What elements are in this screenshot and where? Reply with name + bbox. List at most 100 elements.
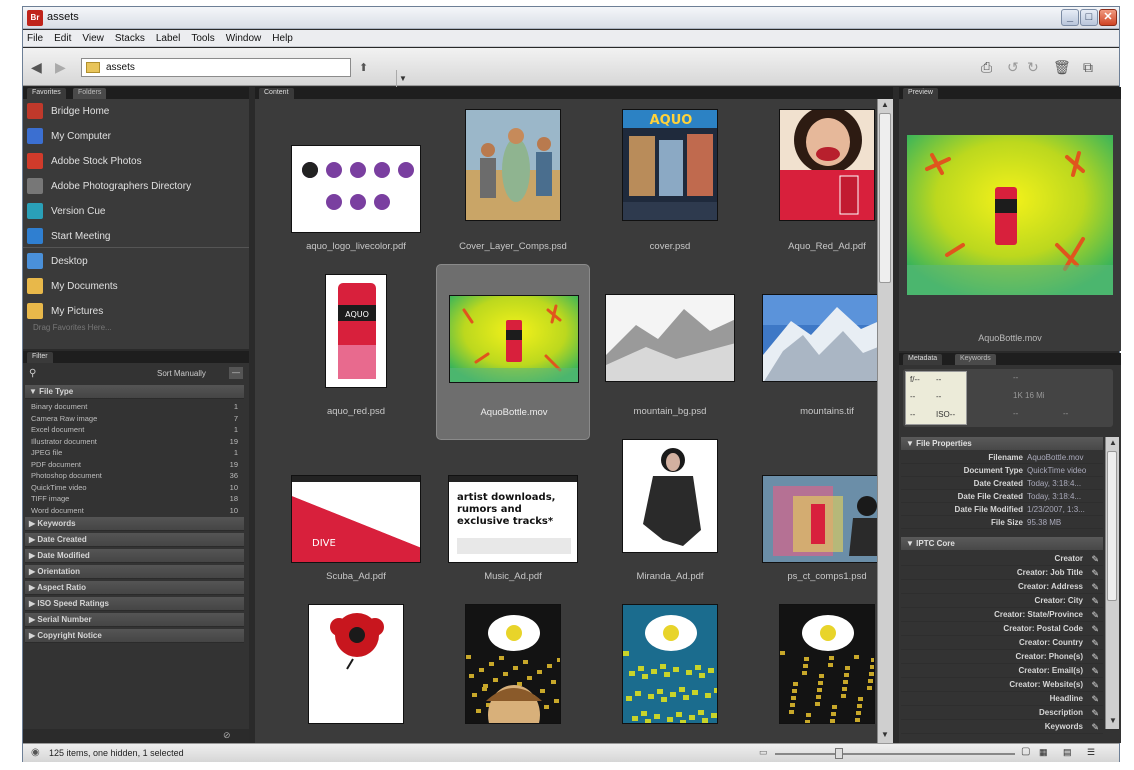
minimize-button[interactable]: _ [1061,9,1079,26]
pencil-icon[interactable]: ✎ [1091,720,1099,734]
filter-category[interactable]: ▶ Date Created [25,533,244,547]
content-thumbnail-cell[interactable]: Miranda_Ad.pdf [593,429,747,605]
pencil-icon[interactable]: ✎ [1091,636,1099,650]
menu-tools[interactable]: Tools [191,33,214,44]
close-button[interactable]: ✕ [1099,9,1117,26]
back-icon[interactable]: ◀ [31,59,42,75]
thumbnail-size-slider[interactable] [775,748,1015,759]
maximize-button[interactable]: □ [1080,9,1098,26]
filter-row[interactable]: Camera Raw image 7 [25,413,244,424]
menu-help[interactable]: Help [272,33,293,44]
iptc-core-header[interactable]: ▼ IPTC Core [901,537,1103,550]
filter-category[interactable]: ▶ ISO Speed Ratings [25,597,244,611]
tab-preview[interactable]: Preview [903,88,938,99]
eye-icon[interactable]: ◉ [31,747,40,758]
content-thumbnail-cell[interactable]: artist downloads, rumors and exclusive tra… [436,429,590,605]
chevron-down-icon[interactable]: ▼ [396,70,409,87]
filter-category[interactable]: ▶ Date Modified [25,549,244,563]
iptc-field-row[interactable]: Creator: Postal Code ✎ [901,622,1103,636]
menu-stacks[interactable]: Stacks [115,33,145,44]
pencil-icon[interactable]: ✎ [1091,594,1099,608]
iptc-field-row[interactable]: Keywords ✎ [901,720,1103,734]
filter-row[interactable]: Photoshop document 36 [25,470,244,481]
path-bar[interactable]: assets ▼ [81,58,407,87]
zoom-out-icon[interactable]: ▭ [759,747,768,758]
filter-row[interactable]: Excel document 1 [25,424,244,435]
iptc-field-row[interactable]: Creator ✎ [901,552,1103,566]
filter-row[interactable]: Illustrator document 19 [25,436,244,447]
favorite-item-bridge-home[interactable]: Bridge Home [27,101,247,121]
tab-content[interactable]: Content [259,88,294,99]
favorite-item-version-cue[interactable]: Version Cue [27,201,247,221]
tab-favorites[interactable]: Favorites [27,88,66,99]
filter-row[interactable]: JPEG file 1 [25,447,244,458]
content-thumbnail-cell[interactable]: aquo_logo_livecolor.pdf [279,99,433,275]
view-list-icon[interactable]: ☰ [1087,747,1095,758]
iptc-field-row[interactable]: Headline ✎ [901,692,1103,706]
pencil-icon[interactable]: ✎ [1091,650,1099,664]
pencil-icon[interactable]: ✎ [1091,552,1099,566]
favorite-item-documents-folder[interactable]: My Documents [27,276,247,296]
tab-keywords[interactable]: Keywords [955,354,996,365]
filter-clear-icon[interactable]: ⊘ [223,730,231,741]
metadata-scrollbar[interactable]: ▲ ▼ [1105,437,1119,729]
view-thumbnails-icon[interactable]: ▦ [1039,747,1048,758]
meta-scroll-down-icon[interactable]: ▼ [1106,715,1120,727]
pencil-icon[interactable]: ✎ [1091,608,1099,622]
favorite-item-stock-photos[interactable]: Adobe Stock Photos [27,151,247,171]
zoom-in-icon[interactable]: ▢ [1021,746,1030,757]
iptc-field-row[interactable]: Description ✎ [901,706,1103,720]
menu-label[interactable]: Label [156,33,180,44]
sort-order-button[interactable]: — [229,367,243,379]
iptc-field-row[interactable]: Creator: Job Title ✎ [901,566,1103,580]
trash-icon[interactable]: 🗑 [1053,59,1071,75]
view-details-icon[interactable]: ▤ [1063,747,1072,758]
rotate-right-icon[interactable]: ↻ [1027,59,1039,75]
pencil-icon[interactable]: ✎ [1091,678,1099,692]
pencil-icon[interactable]: ✎ [1091,580,1099,594]
tab-filter[interactable]: Filter [27,352,53,363]
filter-row[interactable]: Word document 10 [25,505,244,516]
menu-view[interactable]: View [82,33,104,44]
content-thumbnail-cell[interactable]: AQUO cover.psd [593,99,747,275]
pencil-icon[interactable]: ✎ [1091,622,1099,636]
go-up-icon[interactable]: ⬆ [359,60,368,76]
forward-icon[interactable]: ▶ [55,59,66,75]
sort-dropdown[interactable]: Sort Manually [157,369,206,378]
camera-import-icon[interactable]: ⎙ [981,59,992,75]
filter-row[interactable]: Binary document 1 [25,401,244,412]
file-properties-header[interactable]: ▼ File Properties [901,437,1103,450]
tab-metadata[interactable]: Metadata [903,354,943,365]
pencil-icon[interactable]: ✎ [1091,692,1099,706]
menu-edit[interactable]: Edit [54,33,71,44]
content-thumbnail-cell[interactable]: AquoBottle.mov [436,264,590,440]
content-thumbnail-cell[interactable]: DIVE Scuba_Ad.pdf [279,429,433,605]
meta-scroll-up-icon[interactable]: ▲ [1106,437,1120,449]
content-thumbnail-cell[interactable]: AQUO aquo_red.psd [279,264,433,440]
filter-row[interactable]: TIFF image 18 [25,493,244,504]
favorite-item-desktop[interactable]: Desktop [27,251,247,271]
filter-row[interactable]: PDF document 19 [25,459,244,470]
iptc-field-row[interactable]: Creator: State/Province ✎ [901,608,1103,622]
filter-category[interactable]: ▶ Serial Number [25,613,244,627]
scroll-down-icon[interactable]: ▼ [878,729,892,741]
slider-handle[interactable] [835,748,843,759]
filter-category[interactable]: ▶ Orientation [25,565,244,579]
content-thumbnail-cell[interactable]: mountain_bg.psd [593,264,747,440]
iptc-field-row[interactable]: Creator: Country ✎ [901,636,1103,650]
content-thumbnail-cell[interactable]: Cover_Layer_Comps.psd [436,99,590,275]
filter-category-file-type[interactable]: ▼ File Type [25,385,244,399]
menu-file[interactable]: File [27,33,43,44]
filter-category[interactable]: ▶ Aspect Ratio [25,581,244,595]
filter-category[interactable]: ▶ Copyright Notice [25,629,244,643]
iptc-field-row[interactable]: Creator: Address ✎ [901,580,1103,594]
pencil-icon[interactable]: ✎ [1091,664,1099,678]
pencil-icon[interactable]: ✎ [1091,706,1099,720]
filter-category[interactable]: ▶ Keywords [25,517,244,531]
meta-scroll-thumb[interactable] [1107,451,1117,601]
rotate-left-icon[interactable]: ↺ [1007,59,1019,75]
content-scroll-thumb[interactable] [879,113,891,283]
iptc-field-row[interactable]: Creator: City ✎ [901,594,1103,608]
scroll-up-icon[interactable]: ▲ [878,99,892,111]
pencil-icon[interactable]: ✎ [1091,566,1099,580]
